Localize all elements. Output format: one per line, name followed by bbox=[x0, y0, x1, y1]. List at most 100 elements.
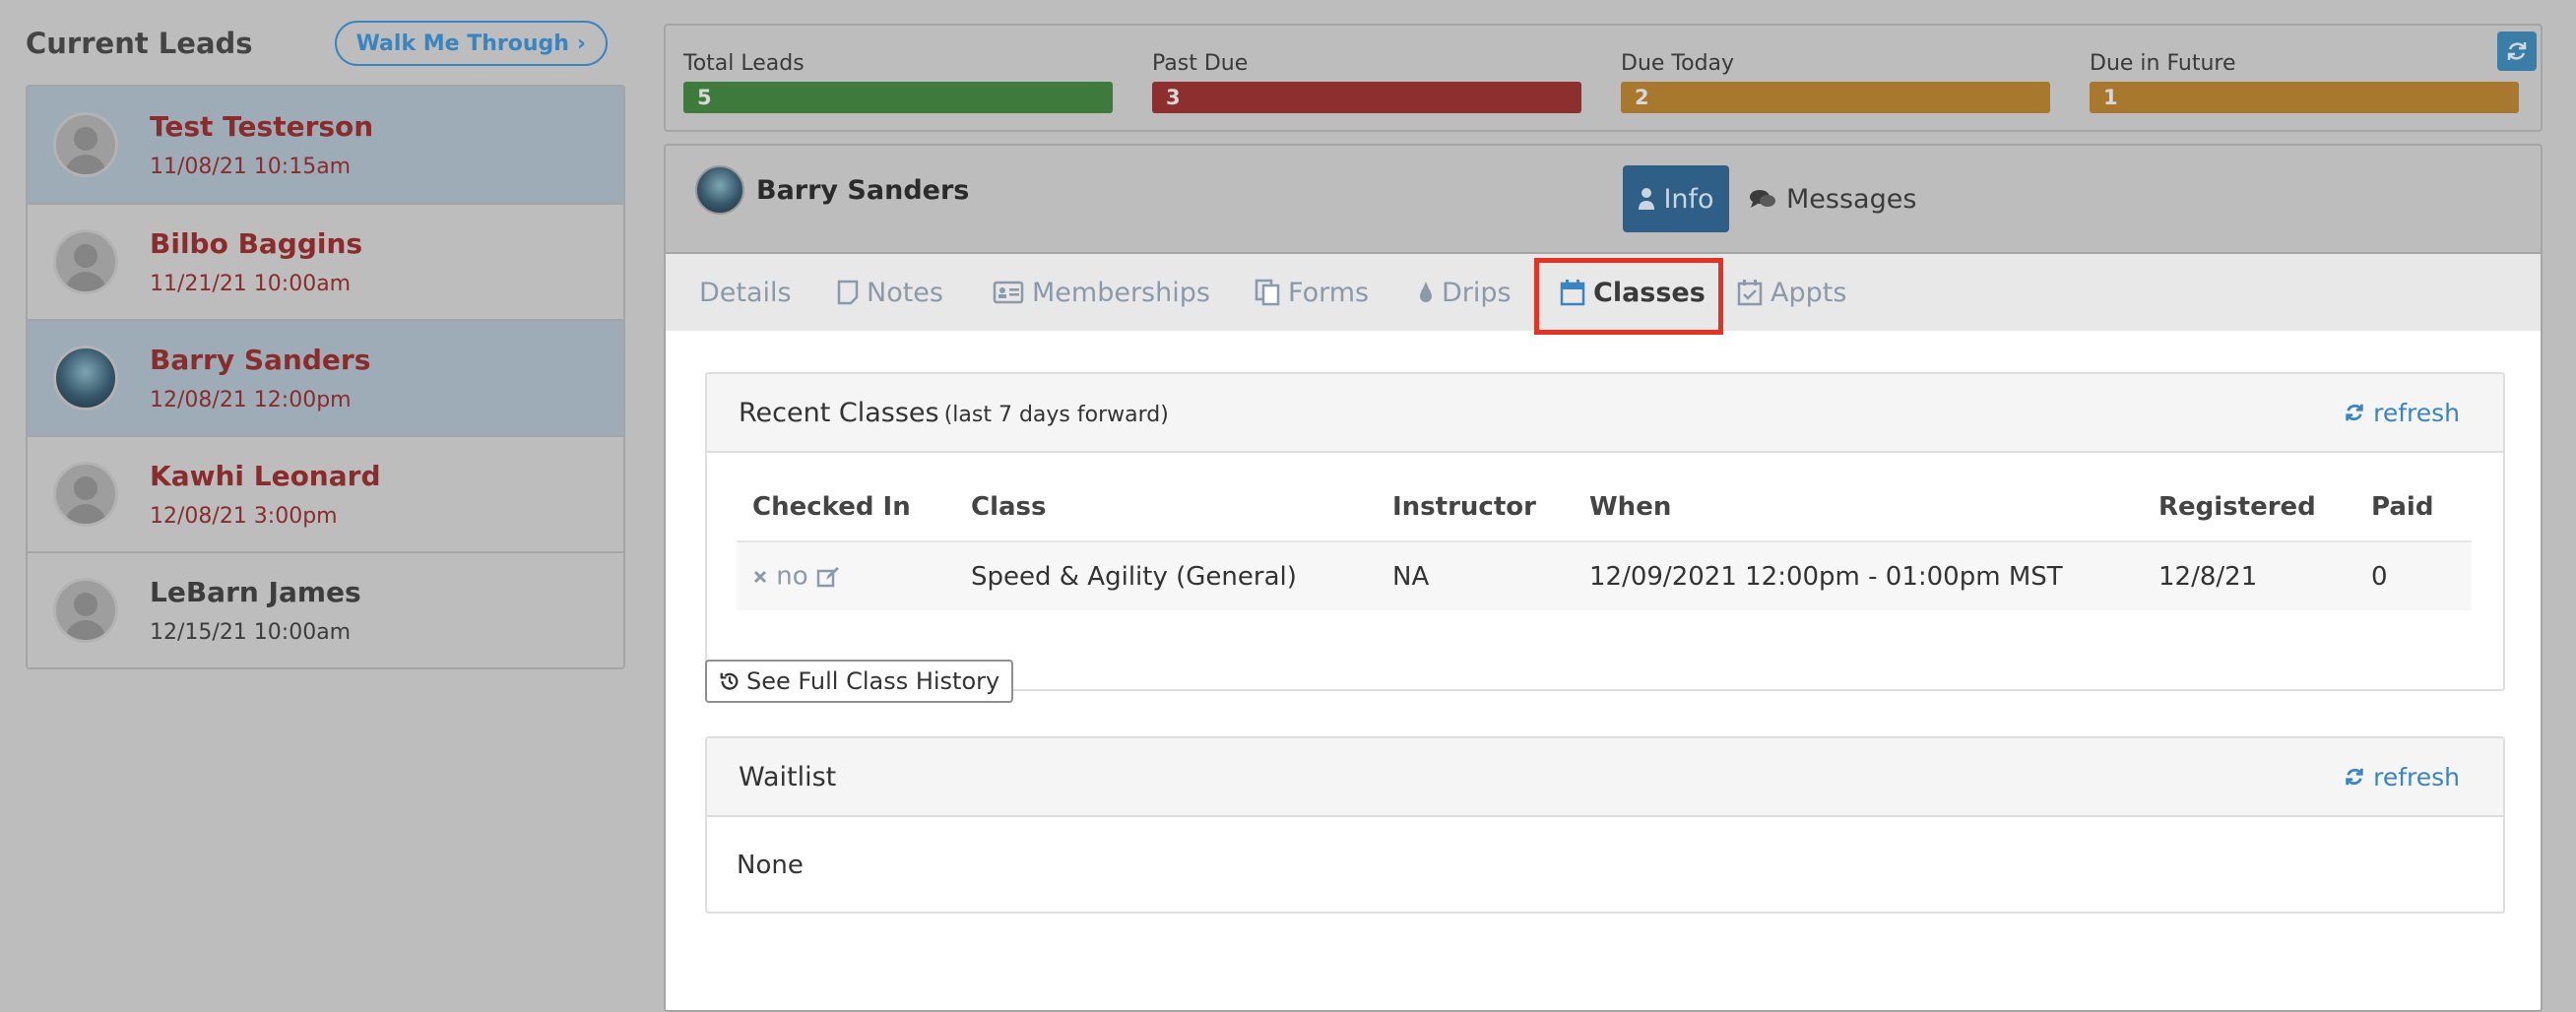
stat-label: Total Leads bbox=[683, 51, 805, 76]
lead-item[interactable]: LeBarn James 12/15/21 10:00am bbox=[28, 551, 623, 667]
stat-label: Due in Future bbox=[2090, 51, 2236, 76]
column-header: Instructor bbox=[1392, 491, 1536, 522]
when-cell: 12/09/2021 12:00pm - 01:00pm MST bbox=[1574, 540, 2143, 610]
stat-count: 1 bbox=[2090, 82, 2519, 113]
lead-list: Test Testerson 11/08/21 10:15am Bilbo Ba… bbox=[26, 85, 625, 669]
profile-tabs: Details Notes Memberships Forms Drips Cl… bbox=[666, 254, 2541, 335]
lead-name: Barry Sanders bbox=[150, 344, 371, 376]
recent-classes-title: Recent Classes bbox=[739, 397, 939, 428]
stat-count: 2 bbox=[1621, 82, 2050, 113]
stat-past-due[interactable]: Past Due 3 bbox=[1152, 51, 1581, 113]
info-tab-button[interactable]: Info bbox=[1623, 165, 1729, 232]
lead-profile-card: Barry Sanders Info Messages Details Note… bbox=[664, 144, 2543, 1012]
refresh-label: refresh bbox=[2373, 398, 2460, 427]
refresh-waitlist-link[interactable]: refresh bbox=[2344, 763, 2460, 791]
tab-label: Notes bbox=[867, 277, 943, 308]
recent-classes-box: Recent Classes (last 7 days forward) ref… bbox=[705, 372, 2505, 691]
lead-date: 12/08/21 3:00pm bbox=[150, 504, 338, 529]
column-header: When bbox=[1589, 491, 1672, 522]
note-icon bbox=[837, 280, 859, 305]
table-header-row: Checked In Class Instructor When Registe… bbox=[737, 473, 2472, 541]
chevron-right-icon: › bbox=[576, 31, 586, 56]
info-panel: Details Notes Memberships Forms Drips Cl… bbox=[666, 254, 2541, 1010]
refresh-stats-button[interactable] bbox=[2497, 32, 2537, 71]
avatar-placeholder-icon bbox=[53, 229, 118, 294]
sidebar-title: Current Leads bbox=[26, 27, 253, 60]
column-header: Paid bbox=[2371, 491, 2434, 522]
classes-tab-highlight bbox=[1534, 258, 1723, 335]
tab-label: Appts bbox=[1771, 277, 1847, 308]
waitlist-box: Waitlist refresh None bbox=[705, 736, 2505, 914]
lead-name: Bilbo Baggins bbox=[150, 227, 363, 260]
copy-icon bbox=[1255, 279, 1280, 306]
user-icon bbox=[1639, 188, 1655, 210]
tab-appts[interactable]: Appts bbox=[1737, 254, 1846, 331]
see-full-class-history-button[interactable]: See Full Class History bbox=[705, 660, 1014, 703]
messages-label: Messages bbox=[1786, 183, 1917, 215]
id-card-icon bbox=[993, 281, 1024, 304]
tab-memberships[interactable]: Memberships bbox=[993, 254, 1210, 331]
stat-due-future[interactable]: Due in Future 1 bbox=[2090, 51, 2519, 113]
tab-label: Drips bbox=[1442, 277, 1512, 308]
tab-label: Forms bbox=[1288, 277, 1370, 308]
tab-label: Details bbox=[699, 277, 792, 308]
refresh-classes-link[interactable]: refresh bbox=[2344, 399, 2460, 427]
lead-item[interactable]: Test Testerson 11/08/21 10:15am bbox=[28, 87, 623, 203]
tab-details[interactable]: Details bbox=[699, 254, 792, 331]
lead-name: Test Testerson bbox=[150, 110, 374, 143]
instructor-cell: NA bbox=[1377, 540, 1574, 610]
avatar bbox=[695, 165, 744, 215]
history-icon bbox=[720, 672, 739, 690]
refresh-icon bbox=[2346, 768, 2363, 786]
lead-item[interactable]: Kawhi Leonard 12/08/21 3:00pm bbox=[28, 435, 623, 551]
lead-date: 12/08/21 12:00pm bbox=[150, 388, 352, 412]
recent-classes-subtitle: (last 7 days forward) bbox=[943, 402, 1169, 427]
profile-name: Barry Sanders bbox=[756, 175, 970, 206]
refresh-icon bbox=[2346, 404, 2363, 421]
avatar-placeholder-icon bbox=[53, 462, 118, 527]
registered-cell: 12/8/21 bbox=[2143, 540, 2355, 610]
tint-icon bbox=[1420, 282, 1432, 302]
column-header: Registered bbox=[2158, 491, 2316, 522]
stat-count: 5 bbox=[683, 82, 1113, 113]
lead-item[interactable]: Barry Sanders 12/08/21 12:00pm bbox=[28, 319, 623, 435]
recent-classes-header: Recent Classes (last 7 days forward) ref… bbox=[707, 374, 2503, 453]
refresh-icon bbox=[2507, 42, 2527, 60]
stat-total-leads[interactable]: Total Leads 5 bbox=[683, 51, 1113, 113]
calendar-check-icon bbox=[1737, 280, 1763, 306]
info-label: Info bbox=[1663, 183, 1714, 215]
tab-drips[interactable]: Drips bbox=[1418, 254, 1512, 331]
messages-tab-button[interactable]: Messages bbox=[1749, 165, 1916, 232]
waitlist-title: Waitlist bbox=[739, 761, 837, 792]
tab-forms[interactable]: Forms bbox=[1255, 254, 1369, 331]
class-cell: Speed & Agility (General) bbox=[955, 540, 1377, 610]
column-header: Checked In bbox=[752, 491, 911, 522]
stat-due-today[interactable]: Due Today 2 bbox=[1621, 51, 2050, 113]
lead-item[interactable]: Bilbo Baggins 11/21/21 10:00am bbox=[28, 203, 623, 319]
edit-icon[interactable] bbox=[816, 566, 840, 588]
table-row: no Speed & Agility (General) NA 12/09/20… bbox=[737, 540, 2472, 610]
walk-button-label: Walk Me Through bbox=[355, 31, 569, 56]
waitlist-content: None bbox=[737, 851, 804, 880]
paid-cell: 0 bbox=[2355, 540, 2472, 610]
avatar-placeholder-icon bbox=[53, 578, 118, 643]
lead-date: 11/21/21 10:00am bbox=[150, 272, 352, 296]
stat-label: Due Today bbox=[1621, 51, 1735, 76]
profile-header: Barry Sanders Info Messages bbox=[666, 146, 2541, 254]
comments-icon bbox=[1750, 190, 1775, 208]
classes-table: Checked In Class Instructor When Registe… bbox=[737, 473, 2472, 610]
box-title-group: Recent Classes (last 7 days forward) bbox=[739, 398, 1169, 428]
waitlist-header: Waitlist refresh bbox=[707, 738, 2503, 817]
walk-me-through-button[interactable]: Walk Me Through › bbox=[334, 21, 608, 66]
column-header: Class bbox=[971, 491, 1047, 522]
history-button-label: See Full Class History bbox=[746, 667, 1000, 695]
checked-in-value[interactable]: no bbox=[776, 562, 807, 592]
avatar-placeholder-icon bbox=[53, 112, 118, 177]
lead-date: 11/08/21 10:15am bbox=[150, 155, 352, 179]
main-content: Total Leads 5 Past Due 3 Due Today 2 Due… bbox=[664, 24, 2543, 1012]
lead-date: 12/15/21 10:00am bbox=[150, 620, 352, 645]
lead-name: LeBarn James bbox=[150, 576, 361, 608]
sidebar-header: Current Leads Walk Me Through › bbox=[26, 14, 625, 73]
tab-notes[interactable]: Notes bbox=[837, 254, 943, 331]
leads-sidebar: Current Leads Walk Me Through › Test Tes… bbox=[26, 14, 625, 669]
